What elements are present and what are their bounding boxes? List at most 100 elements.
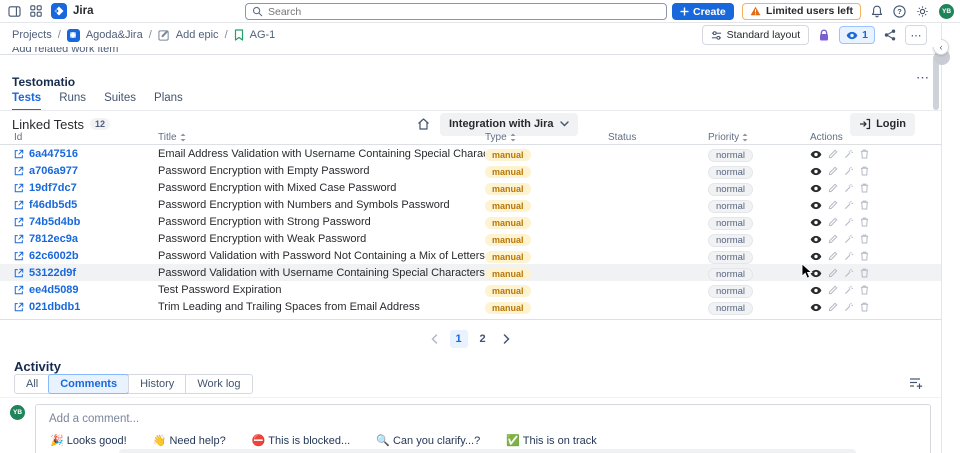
breadcrumb-add-epic[interactable]: Add epic [176,29,219,41]
view-test-button[interactable] [810,286,822,295]
activity-tab-history[interactable]: History [128,375,185,393]
test-id-link[interactable]: ee4d5089 [29,284,79,296]
eye-icon [846,31,858,39]
tab-plans[interactable]: Plans [154,92,183,111]
activity-tab-worklog[interactable]: Work log [185,375,251,393]
test-id-link[interactable]: 74b5d4bb [29,216,80,228]
activity-sort-button[interactable] [909,377,923,393]
edit-test-button[interactable] [828,234,838,244]
activity-tab-comments[interactable]: Comments [48,374,130,394]
delete-test-button[interactable] [860,149,869,159]
breadcrumb-issue-key[interactable]: AG-1 [250,29,276,41]
test-title: Password Encryption with Numbers and Sym… [158,199,450,211]
view-test-button[interactable] [810,218,822,227]
unlink-test-button[interactable] [844,217,854,227]
test-id-link[interactable]: 53122d9f [29,267,76,279]
view-test-button[interactable] [810,167,822,176]
test-id-link[interactable]: 62c6002b [29,250,79,262]
restrictions-lock-button[interactable] [818,28,830,42]
column-header-title[interactable]: Title [158,132,485,143]
test-id-link[interactable]: 6a447516 [29,148,78,160]
sort-icon [510,133,516,141]
view-test-button[interactable] [810,184,822,193]
quick-reply-button[interactable]: 🔍 Can you clarify...? [376,434,480,447]
settings-button[interactable] [916,5,929,18]
edit-test-button[interactable] [828,149,838,159]
tab-tests[interactable]: Tests [12,92,42,111]
share-button[interactable] [884,29,896,41]
test-id-link[interactable]: a706a977 [29,165,78,177]
quick-reply-button[interactable]: 👋 Need help? [153,434,226,447]
delete-test-button[interactable] [860,234,869,244]
standard-layout-button[interactable]: Standard layout [701,25,810,45]
edit-test-button[interactable] [828,285,838,295]
limited-users-button[interactable]: Limited users left [742,2,861,20]
tab-suites[interactable]: Suites [104,92,136,111]
edit-test-button[interactable] [828,166,838,176]
column-header-priority[interactable]: Priority [708,132,810,143]
issue-more-actions-button[interactable]: ⋯ [905,25,927,45]
breadcrumb-projects[interactable]: Projects [12,29,52,41]
edit-test-button[interactable] [828,251,838,261]
quick-reply-button[interactable]: ✅ This is on track [506,434,597,447]
home-button[interactable] [417,118,430,130]
column-header-type[interactable]: Type [485,132,608,143]
unlink-test-button[interactable] [844,166,854,176]
tests-table-body: 6a447516 Email Address Validation with U… [0,145,941,315]
delete-test-button[interactable] [860,183,869,193]
page-button-1[interactable]: 1 [449,330,468,348]
app-switcher-button[interactable] [30,5,42,17]
quick-reply-button[interactable]: ⛔ This is blocked... [252,434,350,447]
view-test-button[interactable] [810,201,822,210]
unlink-test-button[interactable] [844,183,854,193]
notifications-button[interactable] [871,5,883,18]
test-id-link[interactable]: f46db5d5 [29,199,77,211]
edit-test-button[interactable] [828,302,838,312]
quick-reply-button[interactable]: 🎉 Looks good! [50,434,127,447]
edit-test-button[interactable] [828,200,838,210]
view-test-button[interactable] [810,150,822,159]
view-test-button[interactable] [810,269,822,278]
delete-test-button[interactable] [860,166,869,176]
test-id-link[interactable]: 19df7dc7 [29,182,77,194]
create-button[interactable]: Create [672,3,734,20]
unlink-test-button[interactable] [844,149,854,159]
view-test-button[interactable] [810,303,822,312]
watchers-button[interactable]: 1 [839,26,875,44]
previous-page-button[interactable] [426,330,444,348]
sidebar-toggle-button[interactable] [8,5,21,18]
product-name: Jira [73,5,94,17]
test-id-link[interactable]: 021dbdb1 [29,301,80,313]
delete-test-button[interactable] [860,302,869,312]
page-button-2[interactable]: 2 [474,330,492,348]
comment-composer[interactable]: Add a comment... 🎉 Looks good! 👋 Need hel… [35,404,931,453]
help-button[interactable]: ? [893,4,906,18]
view-test-button[interactable] [810,252,822,261]
edit-test-button[interactable] [828,268,838,278]
delete-test-button[interactable] [860,268,869,278]
jira-logo-icon[interactable] [51,3,67,19]
delete-test-button[interactable] [860,200,869,210]
test-id-link[interactable]: 7812ec9a [29,233,78,245]
next-page-button[interactable] [498,330,516,348]
unlink-test-button[interactable] [844,268,854,278]
delete-test-button[interactable] [860,251,869,261]
user-avatar[interactable]: YB [939,3,954,19]
edit-test-button[interactable] [828,217,838,227]
activity-tab-all[interactable]: All [15,375,49,393]
unlink-test-button[interactable] [844,251,854,261]
breadcrumb-project[interactable]: Agoda&Jira [86,29,143,41]
testomatio-more-button[interactable]: ⋯ [916,70,930,86]
view-test-button[interactable] [810,235,822,244]
delete-test-button[interactable] [860,285,869,295]
tab-runs[interactable]: Runs [59,92,86,111]
comment-input[interactable]: Add a comment... [36,405,930,425]
global-search[interactable] [245,3,667,20]
unlink-test-button[interactable] [844,302,854,312]
unlink-test-button[interactable] [844,234,854,244]
unlink-test-button[interactable] [844,285,854,295]
unlink-test-button[interactable] [844,200,854,210]
edit-test-button[interactable] [828,183,838,193]
search-input[interactable] [268,5,660,18]
delete-test-button[interactable] [860,217,869,227]
